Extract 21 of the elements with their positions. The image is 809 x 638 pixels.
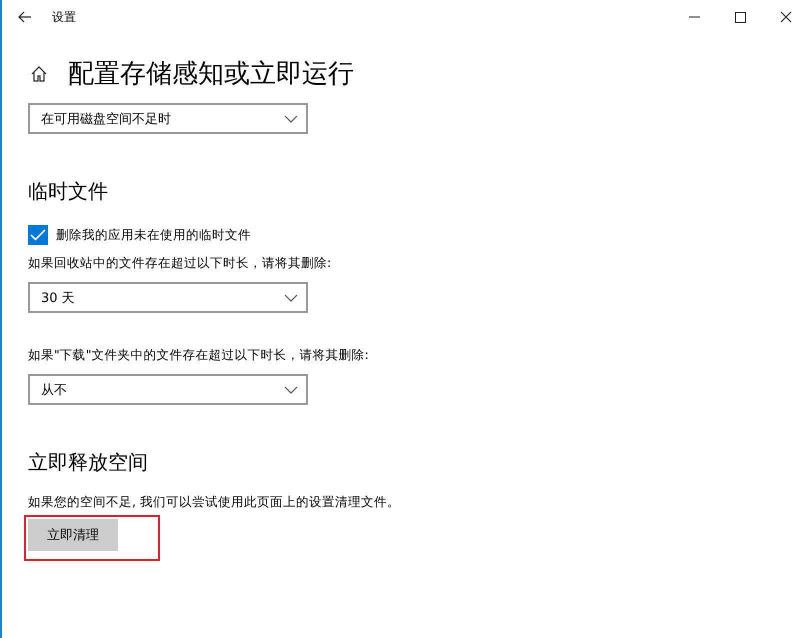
window-title: 设置 bbox=[52, 8, 77, 26]
page-title: 配置存储感知或立即运行 bbox=[68, 58, 354, 91]
chevron-down-icon bbox=[284, 114, 298, 122]
clean-now-button[interactable]: 立即清理 bbox=[28, 519, 118, 551]
checkbox[interactable] bbox=[28, 225, 48, 245]
setting-label: 如果回收站中的文件存在超过以下时长，请将其删除: bbox=[28, 255, 332, 272]
checkbox-label: 删除我的应用未在使用的临时文件 bbox=[56, 226, 251, 244]
dropdown[interactable]: 在可用磁盘空间不足时 bbox=[28, 103, 308, 134]
dropdown[interactable]: 30 天 bbox=[28, 282, 308, 313]
setting-label: 如果"下载"文件夹中的文件存在超过以下时长，请将其删除: bbox=[28, 347, 370, 364]
home-icon[interactable] bbox=[30, 64, 48, 82]
setting-label: 如果您的空间不足, 我们可以尝试使用此页面上的设置清理文件。 bbox=[28, 494, 401, 511]
section-heading: 临时文件 bbox=[28, 178, 109, 205]
chevron-down-icon bbox=[284, 386, 298, 394]
section-heading: 立即释放空间 bbox=[28, 449, 149, 476]
maximize-icon bbox=[734, 12, 746, 22]
close-icon bbox=[780, 11, 792, 23]
minimize-icon bbox=[688, 16, 700, 18]
chevron-down-icon bbox=[284, 294, 298, 302]
back-arrow-icon bbox=[18, 11, 32, 23]
dropdown[interactable]: 从不 bbox=[28, 374, 308, 405]
